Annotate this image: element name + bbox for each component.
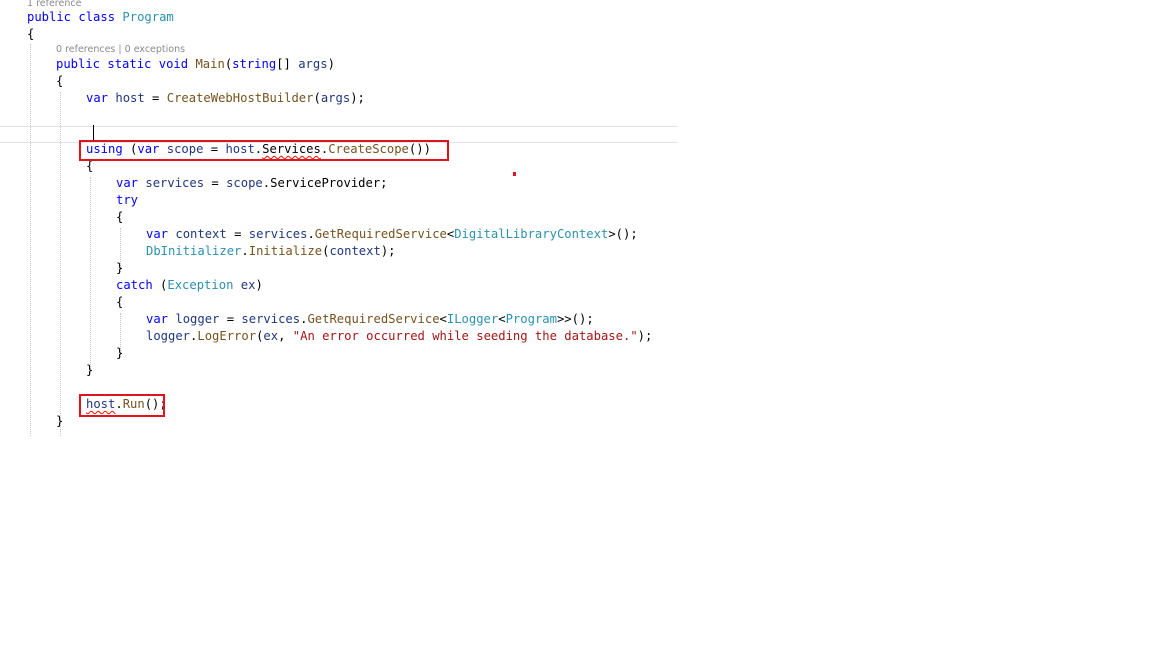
keyword: var <box>146 312 169 326</box>
string-literal: "An error occurred while seeding the dat… <box>292 329 638 343</box>
code-line-1[interactable]: public class Program <box>27 9 174 26</box>
method-call: LogError <box>197 329 257 343</box>
local-variable: host <box>115 91 145 105</box>
keyword: string <box>232 57 277 71</box>
codelens-exceptions[interactable]: 0 exceptions <box>125 44 185 55</box>
code-line-23[interactable]: } <box>56 413 63 430</box>
method-call: CreateWebHostBuilder <box>166 91 314 105</box>
keyword: static <box>107 57 152 71</box>
code-line-2[interactable]: { <box>27 26 34 43</box>
local-variable: services <box>241 312 301 326</box>
code-line-10[interactable]: try <box>116 192 138 209</box>
code-line-11[interactable]: { <box>116 209 123 226</box>
keyword: var <box>146 227 169 241</box>
code-line-13[interactable]: DbInitializer.Initialize(context); <box>146 243 396 260</box>
indent-guide <box>30 44 31 436</box>
local-variable: ex <box>263 329 279 343</box>
codelens-separator: | <box>118 44 122 55</box>
local-variable: services <box>145 176 205 190</box>
keyword: try <box>116 193 139 207</box>
code-line-14[interactable]: } <box>116 260 123 277</box>
property: ServiceProvider <box>270 176 381 190</box>
local-variable: scope <box>226 176 263 190</box>
code-line-20[interactable]: } <box>86 362 93 379</box>
indent-guide <box>90 177 91 373</box>
type-name: DbInitializer <box>146 244 242 258</box>
code-line-15[interactable]: catch (Exception ex) <box>116 277 263 294</box>
keyword: void <box>158 57 189 71</box>
code-line-9[interactable]: var services = scope.ServiceProvider; <box>116 175 388 192</box>
code-editor[interactable]: 1 reference public class Program { 0 ref… <box>0 0 1152 648</box>
keyword: var <box>86 91 109 105</box>
codelens-references[interactable]: 0 references <box>56 44 115 55</box>
local-variable: context <box>175 227 227 241</box>
code-line-5[interactable]: var host = CreateWebHostBuilder(args); <box>86 90 365 107</box>
keyword: class <box>78 10 116 24</box>
code-line-16[interactable]: { <box>116 294 123 311</box>
code-line-17[interactable]: var logger = services.GetRequiredService… <box>146 311 594 328</box>
method-name: Main <box>195 57 225 71</box>
codelens-main[interactable]: 0 references | 0 exceptions <box>56 44 185 56</box>
local-variable: logger <box>146 329 191 343</box>
method-call: GetRequiredService <box>307 312 440 326</box>
keyword: public <box>56 57 101 71</box>
type-name: Exception <box>167 278 234 292</box>
parameter: args <box>320 91 351 105</box>
code-line-4[interactable]: { <box>56 73 63 90</box>
type-name: ILogger <box>446 312 499 326</box>
indent-guide <box>60 92 61 436</box>
keyword: var <box>116 176 139 190</box>
method-call: GetRequiredService <box>314 227 447 241</box>
type-name: DigitalLibraryContext <box>454 227 609 241</box>
parameter: args <box>298 57 328 71</box>
code-line-12[interactable]: var context = services.GetRequiredServic… <box>146 226 638 243</box>
code-line-18[interactable]: logger.LogError(ex, "An error occurred w… <box>146 328 652 345</box>
highlight-box-run <box>79 394 165 417</box>
local-variable: services <box>248 227 308 241</box>
text-caret <box>93 125 94 141</box>
class-name: Program <box>505 312 557 326</box>
highlight-box-using <box>79 140 449 161</box>
local-variable: logger <box>175 312 220 326</box>
code-line-19[interactable]: } <box>116 345 123 362</box>
code-line-3[interactable]: public static void Main(string[] args) <box>56 56 335 73</box>
keyword: public <box>27 10 72 24</box>
annotation-dot <box>513 172 516 176</box>
local-variable: ex <box>240 278 256 292</box>
class-name: Program <box>122 10 174 24</box>
keyword: catch <box>116 278 153 292</box>
local-variable: context <box>329 244 381 258</box>
method-call: Initialize <box>248 244 323 258</box>
